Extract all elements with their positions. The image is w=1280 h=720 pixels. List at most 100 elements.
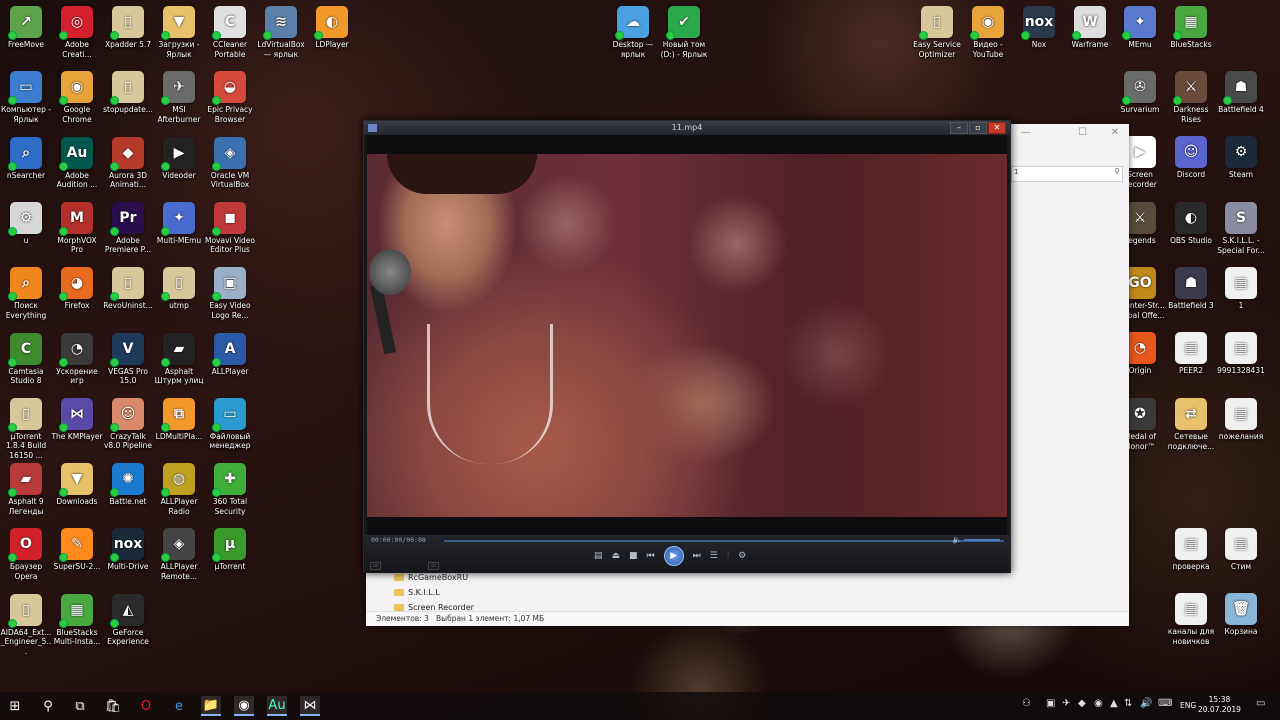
desktop-icon[interactable]: ☺ CrazyTalk v8.0 Pipeline bbox=[102, 397, 154, 451]
desktop-icon[interactable]: ≋ LdVirtualBox — ярлык bbox=[255, 6, 307, 59]
play-button[interactable]: ▶ bbox=[663, 546, 684, 566]
playlist-icon[interactable]: ☰ bbox=[710, 551, 718, 561]
taskbar-app-icon[interactable]: ◉ bbox=[234, 696, 254, 716]
desktop-icon[interactable]: ⌕ nSearcher bbox=[0, 136, 52, 181]
desktop-icon[interactable]: ▯ µTorrent 1.8.4 Build 16150 ... bbox=[0, 397, 52, 461]
search-icon[interactable]: ⚲ bbox=[1114, 167, 1120, 176]
maximize-button[interactable]: ▫ bbox=[969, 122, 987, 134]
desktop-icon[interactable]: ▭ Компьютер - Ярлык bbox=[0, 71, 52, 124]
desktop-icon[interactable]: ✦ MEmu bbox=[1114, 6, 1166, 50]
desktop-icon[interactable]: ▦ BlueStacks Multi-Insta... bbox=[51, 593, 103, 647]
desktop-icon[interactable]: ✺ Battle.net bbox=[102, 463, 154, 507]
desktop-icon[interactable]: ▰ Asphalt Штурм улиц bbox=[153, 332, 205, 386]
desktop-icon[interactable]: ▤ каналы для новичков bbox=[1165, 593, 1217, 646]
close-button[interactable]: ✕ bbox=[988, 122, 1006, 134]
explorer-search-input[interactable]: 1 ⚲ bbox=[1011, 166, 1123, 182]
tray-network-icon[interactable]: ⇅ bbox=[1124, 698, 1132, 709]
desktop-icon[interactable]: ◉ Видео - YouTube bbox=[962, 6, 1014, 59]
desktop-icon[interactable]: ◍ ALLPlayer Radio bbox=[153, 463, 205, 516]
desktop-icon[interactable]: ▯ RevoUninst... bbox=[102, 267, 154, 311]
desktop-icon[interactable]: ◆ Aurora 3D Animati... bbox=[102, 136, 154, 190]
desktop-icon[interactable]: ◼ Movavi Video Editor Plus bbox=[204, 201, 256, 255]
taskbar-app-icon[interactable]: 🛍 bbox=[103, 696, 123, 716]
stop-icon[interactable]: ■ bbox=[629, 551, 638, 561]
desktop-icon[interactable]: S S.K.I.L.L. - Special For... bbox=[1215, 202, 1267, 255]
desktop-icon[interactable]: ▰ Asphalt 9 Легенды bbox=[0, 463, 52, 516]
desktop-icon[interactable]: ◉ Google Chrome bbox=[51, 71, 103, 124]
desktop-icon[interactable]: ▯ Easy Service Optimizer bbox=[911, 6, 963, 59]
video-frame[interactable] bbox=[367, 154, 1007, 517]
previous-icon[interactable]: ⏮ bbox=[647, 551, 655, 561]
desktop-icon[interactable]: ☁ Desktop — ярлык bbox=[607, 6, 659, 59]
desktop-icon[interactable]: W Warframe bbox=[1064, 6, 1116, 50]
desktop-icon[interactable]: ▤ 1 bbox=[1215, 267, 1267, 311]
desktop-icon[interactable]: ↗ FreeMove bbox=[0, 6, 52, 50]
desktop-icon[interactable]: ▯ stopupdate... bbox=[102, 71, 154, 115]
desktop-icon[interactable]: A ALLPlayer bbox=[204, 332, 256, 377]
desktop-icon[interactable]: ⚙ Steam bbox=[1215, 136, 1267, 180]
desktop-icon[interactable]: Au Adobe Audition ... bbox=[51, 136, 103, 190]
taskbar-app-icon[interactable]: ⧉ bbox=[70, 696, 90, 716]
tree-item-skill[interactable]: S.K.I.L.L bbox=[394, 585, 474, 600]
language-indicator[interactable]: ENG bbox=[1180, 701, 1196, 710]
desktop-icon[interactable]: ▤ пожелания bbox=[1215, 398, 1267, 442]
taskbar-app-icon[interactable]: O bbox=[136, 696, 156, 716]
desktop-icon[interactable]: ✇ Survarium bbox=[1114, 71, 1166, 115]
taskbar-app-icon[interactable]: ⊞ bbox=[5, 696, 25, 716]
desktop-icon[interactable]: ☺ Discord bbox=[1165, 136, 1217, 180]
desktop-icon[interactable]: 🗑 Корзина bbox=[1215, 593, 1267, 637]
tray-app-icon[interactable]: ▣ bbox=[1046, 698, 1055, 709]
desktop-icon[interactable]: C Camtasia Studio 8 bbox=[0, 332, 52, 386]
close-icon[interactable]: ✕ bbox=[1111, 127, 1119, 138]
desktop-icon[interactable]: ▤ Стим bbox=[1215, 528, 1267, 572]
next-icon[interactable]: ⏭ bbox=[693, 551, 701, 561]
minimize-icon[interactable]: — bbox=[1021, 127, 1031, 138]
desktop-icon[interactable]: ▼ Загрузки - Ярлык bbox=[153, 6, 205, 59]
desktop-icon[interactable]: ▤ PEER2 bbox=[1165, 332, 1217, 376]
player-title-bar[interactable]: 11.mp4 – ▫ ✕ bbox=[364, 121, 1010, 135]
desktop-icon[interactable]: ✈ MSI Afterburner bbox=[153, 71, 205, 124]
desktop-icon[interactable]: ◭ GeForce Experience bbox=[102, 593, 154, 647]
desktop-icon[interactable]: ▶ Videoder bbox=[153, 136, 205, 181]
volume-tray-icon[interactable]: 🔊 bbox=[1140, 698, 1152, 709]
minimize-button[interactable]: – bbox=[950, 122, 968, 134]
desktop-icon[interactable]: ◒ Epic Privacy Browser bbox=[204, 71, 256, 124]
desktop-icon[interactable]: ▭ Файловый менеджер bbox=[204, 397, 256, 451]
tray-plane-icon[interactable]: ✈ bbox=[1062, 698, 1070, 709]
people-icon[interactable]: ⚇ bbox=[1022, 698, 1031, 709]
desktop-icon[interactable]: C CCleaner Portable bbox=[204, 6, 256, 59]
taskbar-app-icon[interactable]: ⋈ bbox=[300, 696, 320, 716]
maximize-icon[interactable]: ☐ bbox=[1078, 127, 1087, 138]
desktop-icon[interactable]: O Браузер Opera bbox=[0, 528, 52, 581]
seek-bar[interactable] bbox=[444, 540, 1004, 542]
desktop-icon[interactable]: nox Multi-Drive bbox=[102, 528, 154, 572]
desktop-icon[interactable]: ▣ Easy Video Logo Re... bbox=[204, 267, 256, 320]
desktop-icon[interactable]: ⧉ LDMultiPla... bbox=[153, 397, 205, 442]
taskbar-app-icon[interactable]: e bbox=[169, 696, 189, 716]
desktop-icon[interactable]: ▯ utmp bbox=[153, 267, 205, 311]
desktop-icon[interactable]: ⇄ Сетевые подключе... bbox=[1165, 398, 1217, 451]
desktop-icon[interactable]: ◐ LDPlayer bbox=[306, 6, 358, 50]
desktop-icon[interactable]: ◎ Adobe Creati... bbox=[51, 6, 103, 59]
eject-icon[interactable]: ⏏ bbox=[612, 551, 621, 561]
desktop-icon[interactable]: ☗ Battlefield 3 bbox=[1165, 267, 1217, 311]
settings-icon[interactable]: ⚙ bbox=[738, 551, 746, 561]
desktop-icon[interactable]: ▼ Downloads bbox=[51, 463, 103, 507]
taskbar-app-icon[interactable]: Au bbox=[267, 696, 287, 716]
volume-icon[interactable]: 🔈 bbox=[952, 535, 962, 544]
desktop-icon[interactable]: ✎ SuperSU-2... bbox=[51, 528, 103, 572]
equalizer-icon[interactable]: ⫶ bbox=[727, 551, 729, 561]
volume-slider[interactable] bbox=[964, 539, 1000, 541]
desktop-icon[interactable]: ◈ Oracle VM VirtualBox bbox=[204, 136, 256, 190]
desktop-icon[interactable]: ▦ BlueStacks bbox=[1165, 6, 1217, 50]
desktop-icon[interactable]: ◐ OBS Studio bbox=[1165, 202, 1217, 246]
desktop-icon[interactable]: ⚙ u bbox=[0, 201, 52, 246]
desktop-icon[interactable]: ✔ Новый том (D:) - Ярлык bbox=[658, 6, 710, 59]
desktop-icon[interactable]: ⚔ Darkness Rises bbox=[1165, 71, 1217, 124]
taskbar-app-icon[interactable]: ⚲ bbox=[38, 696, 58, 716]
keyboard-icon[interactable]: ⌨ bbox=[1158, 698, 1172, 709]
desktop-icon[interactable]: ✚ 360 Total Security bbox=[204, 463, 256, 516]
media-player-window[interactable]: 11.mp4 – ▫ ✕ 00:00:00/00:08 🔈 ▤ ⏏ ■ ⏮ ▶ … bbox=[363, 120, 1011, 573]
desktop-icon[interactable]: V VEGAS Pro 15.0 bbox=[102, 332, 154, 386]
system-clock[interactable]: 15:38 20.07.2019 bbox=[1198, 695, 1241, 715]
